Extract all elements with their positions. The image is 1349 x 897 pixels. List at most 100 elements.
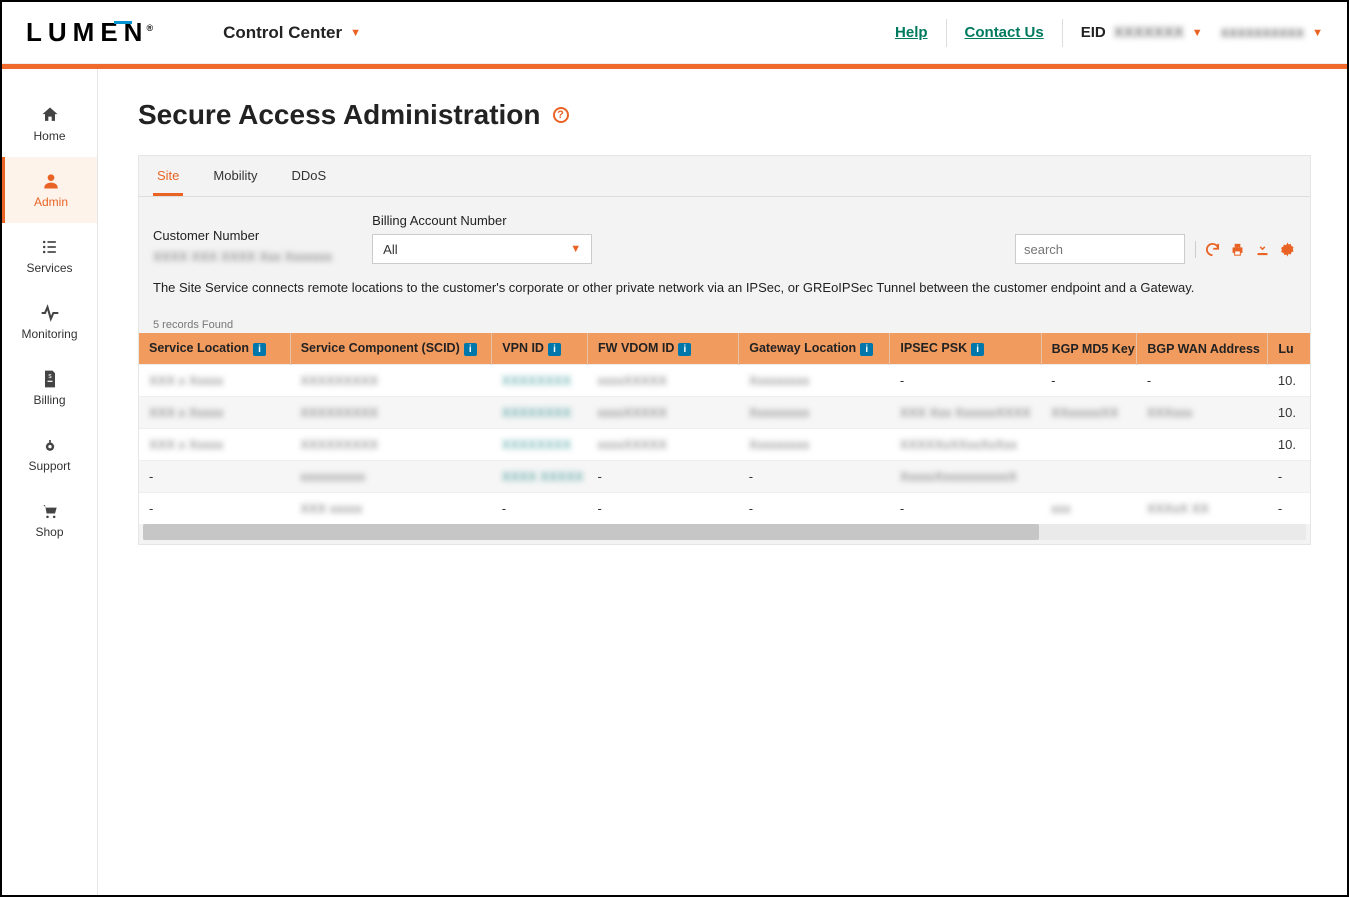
divider (946, 19, 947, 47)
cell-fw: - (588, 461, 739, 493)
page-title: Secure Access Administration ? (138, 99, 1311, 131)
customer-number-label: Customer Number (153, 228, 332, 243)
settings-icon[interactable] (1279, 241, 1296, 258)
table-row[interactable]: XXX x XxxxxXXXXXXXXXXXXXXXXXxxxxXXXXXXxx… (139, 397, 1310, 429)
tab-mobility[interactable]: Mobility (209, 156, 261, 196)
chevron-down-icon: ▼ (1312, 27, 1323, 39)
help-icon[interactable]: ? (553, 107, 569, 123)
sidebar-item-monitoring[interactable]: Monitoring (2, 289, 97, 355)
cell-sc: XXXXXXXXX (290, 429, 492, 461)
sidebar-item-shop[interactable]: Shop (2, 487, 97, 553)
chevron-down-icon: ▼ (1192, 27, 1203, 39)
cell-gw: Xxxxxxxxx (739, 397, 890, 429)
top-bar: LUMEN® Control Center ▼ Help Contact Us … (2, 2, 1347, 64)
sidebar-item-home[interactable]: Home (2, 91, 97, 157)
sidebar-item-label: Shop (35, 525, 63, 539)
cell-gw: - (739, 493, 890, 525)
cell-vpn: XXXX XXXXX (492, 461, 588, 493)
info-icon[interactable]: i (253, 343, 266, 356)
table-row[interactable]: -xxxxxxxxxxXXXX XXXXX--XxxxxXxxxxxxxxxxX… (139, 461, 1310, 493)
table-toolbar (1195, 241, 1296, 258)
cell-sl: XXX x Xxxxx (139, 397, 290, 429)
contact-us-link[interactable]: Contact Us (965, 24, 1044, 41)
sidebar-item-support[interactable]: Support (2, 421, 97, 487)
cell-sc: XXXXXXXXX (290, 365, 492, 397)
billing-account-label: Billing Account Number (372, 213, 592, 228)
cell-sc: xxxxxxxxxx (290, 461, 492, 493)
cell-sl: XXX x Xxxxx (139, 365, 290, 397)
sidebar-item-label: Billing (33, 393, 65, 407)
col-ipsec-psk[interactable]: IPSEC PSKi (890, 333, 1041, 365)
cell-vpn: - (492, 493, 588, 525)
cell-sl: - (139, 461, 290, 493)
sidebar-item-label: Home (33, 129, 65, 143)
tab-bar: Site Mobility DDoS (139, 156, 1310, 197)
col-scid[interactable]: Service Component (SCID)i (290, 333, 492, 365)
col-bgp-wan[interactable]: BGP WAN Address (1137, 333, 1268, 365)
home-icon (40, 105, 60, 125)
col-fw-vdom[interactable]: FW VDOM IDi (588, 333, 739, 365)
account-dropdown[interactable]: xxxxxxxxxx ▼ (1221, 24, 1323, 41)
table-row[interactable]: XXX x XxxxxXXXXXXXXXXXXXXXXXxxxxXXXXXXxx… (139, 429, 1310, 461)
file-icon: $ (40, 369, 60, 389)
sidebar-item-label: Services (26, 261, 72, 275)
horizontal-scrollbar[interactable] (143, 524, 1306, 540)
col-lumen[interactable]: Lu (1268, 333, 1310, 365)
col-gateway[interactable]: Gateway Locationi (739, 333, 890, 365)
activity-icon (40, 303, 60, 323)
table-row[interactable]: -XXX xxxxx----xxxXXXxX XX- (139, 493, 1310, 525)
help-link[interactable]: Help (895, 24, 928, 41)
download-icon[interactable] (1254, 241, 1271, 258)
info-icon[interactable]: i (860, 343, 873, 356)
cart-icon (40, 501, 60, 521)
logo: LUMEN® (26, 17, 153, 48)
search-input[interactable] (1024, 242, 1200, 257)
cell-vpn: XXXXXXXX (492, 429, 588, 461)
info-icon[interactable]: i (548, 343, 561, 356)
filter-row: Customer Number XXXX XXX XXXX Xxx Xxxxxx… (139, 197, 1310, 276)
app-switcher[interactable]: Control Center ▼ (223, 23, 361, 43)
cell-wan: XXXxxx (1137, 397, 1268, 429)
sidebar-item-billing[interactable]: $ Billing (2, 355, 97, 421)
info-icon[interactable]: i (678, 343, 691, 356)
cell-wan (1137, 429, 1268, 461)
search-box[interactable] (1015, 234, 1185, 264)
panel: Site Mobility DDoS Customer Number XXXX … (138, 155, 1311, 545)
tab-ddos[interactable]: DDoS (287, 156, 330, 196)
billing-account-select[interactable]: All ▼ (372, 234, 592, 264)
info-icon[interactable]: i (464, 343, 477, 356)
scrollbar-thumb[interactable] (143, 524, 1039, 540)
sidebar-item-services[interactable]: Services (2, 223, 97, 289)
records-found-label: 5 records Found (139, 309, 1310, 333)
sidebar: Home Admin Services Monitoring $ Billing… (2, 69, 98, 895)
cell-lun: 10. (1268, 429, 1310, 461)
sidebar-item-label: Admin (34, 195, 68, 209)
cell-psk: XXX Xxx XxxxxxXXXX (890, 397, 1041, 429)
eid-dropdown[interactable]: EID XXXXXXX ▼ (1081, 24, 1203, 41)
cell-gw: - (739, 461, 890, 493)
sidebar-item-admin[interactable]: Admin (2, 157, 97, 223)
table-row[interactable]: XXX x XxxxxXXXXXXXXXXXXXXXXXxxxxXXXXXXxx… (139, 365, 1310, 397)
refresh-icon[interactable] (1204, 241, 1221, 258)
cell-psk: XXXXXxXXxxXxXxx (890, 429, 1041, 461)
col-service-location[interactable]: Service Locationi (139, 333, 290, 365)
chevron-down-icon: ▼ (570, 243, 581, 255)
cell-gw: Xxxxxxxxx (739, 429, 890, 461)
cell-fw: xxxxXXXXX (588, 397, 739, 429)
cell-sl: XXX x Xxxxx (139, 429, 290, 461)
print-icon[interactable] (1229, 241, 1246, 258)
col-vpn-id[interactable]: VPN IDi (492, 333, 588, 365)
cell-fw: xxxxXXXXX (588, 429, 739, 461)
cell-wan (1137, 461, 1268, 493)
cell-md5: xxx (1041, 493, 1137, 525)
cell-sc: XXX xxxxx (290, 493, 492, 525)
col-bgp-md5[interactable]: BGP MD5 Key (1041, 333, 1137, 365)
table-wrapper: Service Locationi Service Component (SCI… (139, 333, 1310, 544)
main-content: Secure Access Administration ? Site Mobi… (98, 69, 1347, 895)
info-icon[interactable]: i (971, 343, 984, 356)
customer-number-value: XXXX XXX XXXX Xxx Xxxxxxx (153, 249, 332, 264)
cell-psk: - (890, 365, 1041, 397)
cell-sl: - (139, 493, 290, 525)
tab-site[interactable]: Site (153, 156, 183, 196)
cell-md5: XXxxxxxXX (1041, 397, 1137, 429)
